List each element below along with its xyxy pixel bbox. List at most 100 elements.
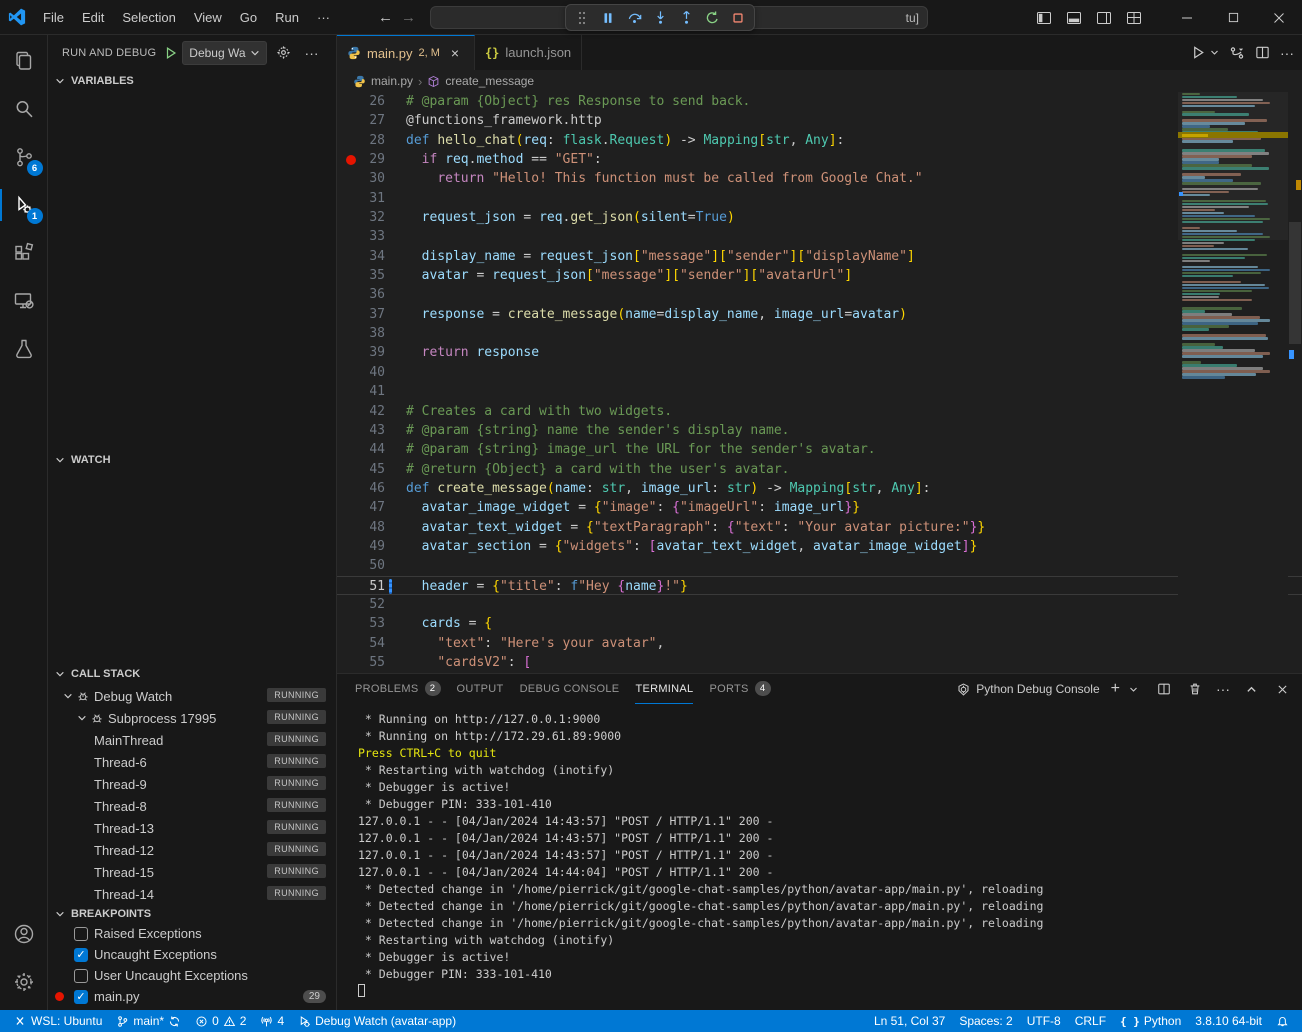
code-line-34[interactable]: 34 display_name = request_json["message"… (337, 247, 1302, 266)
line-number[interactable]: 37 (337, 305, 385, 324)
panel-tab-debug-console[interactable]: DEBUG CONSOLE (520, 674, 620, 704)
pause-icon[interactable] (596, 7, 620, 29)
line-number[interactable]: 51 (337, 577, 385, 594)
toggle-sidebar-icon[interactable] (1036, 10, 1052, 26)
tab-main-py[interactable]: main.py 2, M × (337, 35, 475, 70)
close-tab-icon[interactable]: × (446, 44, 464, 62)
line-number[interactable]: 34 (337, 247, 385, 266)
sidebar-item-explorer[interactable] (0, 37, 48, 85)
call-stack-section-header[interactable]: CALL STACK (48, 663, 336, 685)
menu-item-go[interactable]: Go (231, 0, 266, 35)
split-editor-icon[interactable] (1255, 45, 1270, 60)
breakpoint-item-uncaught-exceptions[interactable]: ✓Uncaught Exceptions (48, 944, 336, 965)
panel-more-actions-icon[interactable]: ··· (1216, 681, 1230, 697)
status-python-version[interactable]: 3.8.10 64-bit (1188, 1010, 1269, 1032)
line-number[interactable]: 33 (337, 227, 385, 246)
new-terminal-icon[interactable]: + (1111, 680, 1120, 698)
code-line-47[interactable]: 47 avatar_image_widget = {"image": {"ima… (337, 498, 1302, 517)
run-or-debug-icon[interactable] (1229, 45, 1245, 61)
line-number[interactable]: 28 (337, 131, 385, 150)
call-stack-item-thread-14[interactable]: Thread-14RUNNING (48, 883, 336, 905)
menu-item-[interactable]: ··· (308, 0, 339, 35)
status-indentation[interactable]: Spaces: 2 (952, 1010, 1019, 1032)
breakpoint-item-user-uncaught-exceptions[interactable]: User Uncaught Exceptions (48, 965, 336, 986)
line-number[interactable]: 44 (337, 440, 385, 459)
line-number[interactable]: 36 (337, 285, 385, 304)
call-stack-item-thread-6[interactable]: Thread-6RUNNING (48, 751, 336, 773)
code-line-33[interactable]: 33 (337, 227, 1302, 246)
panel-tab-output[interactable]: OUTPUT (457, 674, 504, 704)
scrollbar-slider[interactable] (1289, 222, 1301, 344)
line-number[interactable]: 45 (337, 460, 385, 479)
code-line-32[interactable]: 32 request_json = req.get_json(silent=Tr… (337, 208, 1302, 227)
code-line-46[interactable]: 46def create_message(name: str, image_ur… (337, 479, 1302, 498)
call-stack-item-thread-12[interactable]: Thread-12RUNNING (48, 839, 336, 861)
code-line-45[interactable]: 45# @return {Object} a card with the use… (337, 460, 1302, 479)
sidebar-item-source-control[interactable]: 6 (0, 133, 48, 181)
sidebar-item-run-and-debug[interactable]: 1 (0, 181, 48, 229)
line-number[interactable]: 39 (337, 343, 385, 362)
sidebar-more-actions-icon[interactable]: ··· (301, 42, 323, 64)
menu-item-edit[interactable]: Edit (73, 0, 113, 35)
status-ports[interactable]: 4 (253, 1010, 291, 1032)
close-panel-icon[interactable] (1272, 679, 1292, 699)
toggle-secondary-sidebar-icon[interactable] (1096, 10, 1112, 26)
menu-item-file[interactable]: File (34, 0, 73, 35)
line-number[interactable]: 32 (337, 208, 385, 227)
panel-tab-terminal[interactable]: TERMINAL (635, 674, 693, 704)
code-line-41[interactable]: 41 (337, 382, 1302, 401)
step-into-icon[interactable] (648, 7, 672, 29)
menu-item-view[interactable]: View (185, 0, 231, 35)
line-number[interactable]: 53 (337, 614, 385, 633)
line-number[interactable]: 26 (337, 92, 385, 111)
code-line-35[interactable]: 35 avatar = request_json["message"]["sen… (337, 266, 1302, 285)
code-line-29[interactable]: 29 if req.method == "GET": (337, 150, 1302, 169)
maximize-panel-icon[interactable] (1241, 679, 1261, 699)
breakpoint-checkbox[interactable] (74, 969, 88, 983)
code-line-52[interactable]: 52 (337, 595, 1302, 614)
breadcrumb-item-symbol[interactable]: create_message (445, 74, 534, 88)
status-eol[interactable]: CRLF (1068, 1010, 1113, 1032)
breadcrumb-item-file[interactable]: main.py (371, 74, 413, 88)
variables-section-header[interactable]: VARIABLES (48, 70, 336, 92)
code-line-30[interactable]: 30 return "Hello! This function must be … (337, 169, 1302, 188)
sidebar-item-extensions[interactable] (0, 229, 48, 277)
minimize-button[interactable] (1164, 0, 1210, 35)
call-stack-item-thread-8[interactable]: Thread-8RUNNING (48, 795, 336, 817)
call-stack-item-thread-9[interactable]: Thread-9RUNNING (48, 773, 336, 795)
sidebar-item-search[interactable] (0, 85, 48, 133)
toggle-panel-icon[interactable] (1066, 10, 1082, 26)
line-number[interactable]: 55 (337, 653, 385, 672)
stop-icon[interactable] (726, 7, 750, 29)
code-line-55[interactable]: 55 "cardsV2": [ (337, 653, 1302, 672)
call-stack-item-mainthread[interactable]: MainThreadRUNNING (48, 729, 336, 751)
split-terminal-icon[interactable] (1154, 679, 1174, 699)
code-editor[interactable]: 26# @param {Object} res Response to send… (337, 92, 1302, 673)
close-button[interactable] (1256, 0, 1302, 35)
customize-layout-icon[interactable] (1126, 10, 1142, 26)
line-number[interactable]: 42 (337, 402, 385, 421)
line-number[interactable]: 50 (337, 556, 385, 575)
status-cursor-position[interactable]: Ln 51, Col 37 (867, 1010, 952, 1032)
status-encoding[interactable]: UTF-8 (1020, 1010, 1068, 1032)
call-stack-item-debug-watch[interactable]: Debug WatchRUNNING (48, 685, 336, 707)
chevron-down-icon[interactable] (60, 688, 76, 704)
code-line-37[interactable]: 37 response = create_message(name=displa… (337, 305, 1302, 324)
line-number[interactable]: 49 (337, 537, 385, 556)
code-line-26[interactable]: 26# @param {Object} res Response to send… (337, 92, 1302, 111)
code-line-31[interactable]: 31 (337, 189, 1302, 208)
code-line-40[interactable]: 40 (337, 363, 1302, 382)
tab-launch-json[interactable]: {} launch.json (475, 35, 582, 70)
status-notifications[interactable] (1269, 1010, 1296, 1032)
line-number[interactable]: 29 (337, 150, 385, 169)
settings-button[interactable] (0, 958, 48, 1006)
terminal-dropdown-chevron-icon[interactable] (1123, 679, 1143, 699)
breakpoint-item-raised-exceptions[interactable]: Raised Exceptions (48, 923, 336, 944)
call-stack-item-thread-15[interactable]: Thread-15RUNNING (48, 861, 336, 883)
panel-tab-problems[interactable]: PROBLEMS2 (355, 674, 441, 704)
breakpoint-item-main-py[interactable]: ✓main.py29 (48, 986, 336, 1007)
status-branch[interactable]: main* (109, 1010, 188, 1032)
line-number[interactable]: 40 (337, 363, 385, 382)
call-stack-item-subprocess-17995[interactable]: Subprocess 17995RUNNING (48, 707, 336, 729)
code-line-44[interactable]: 44# @param {string} image_url the URL fo… (337, 440, 1302, 459)
